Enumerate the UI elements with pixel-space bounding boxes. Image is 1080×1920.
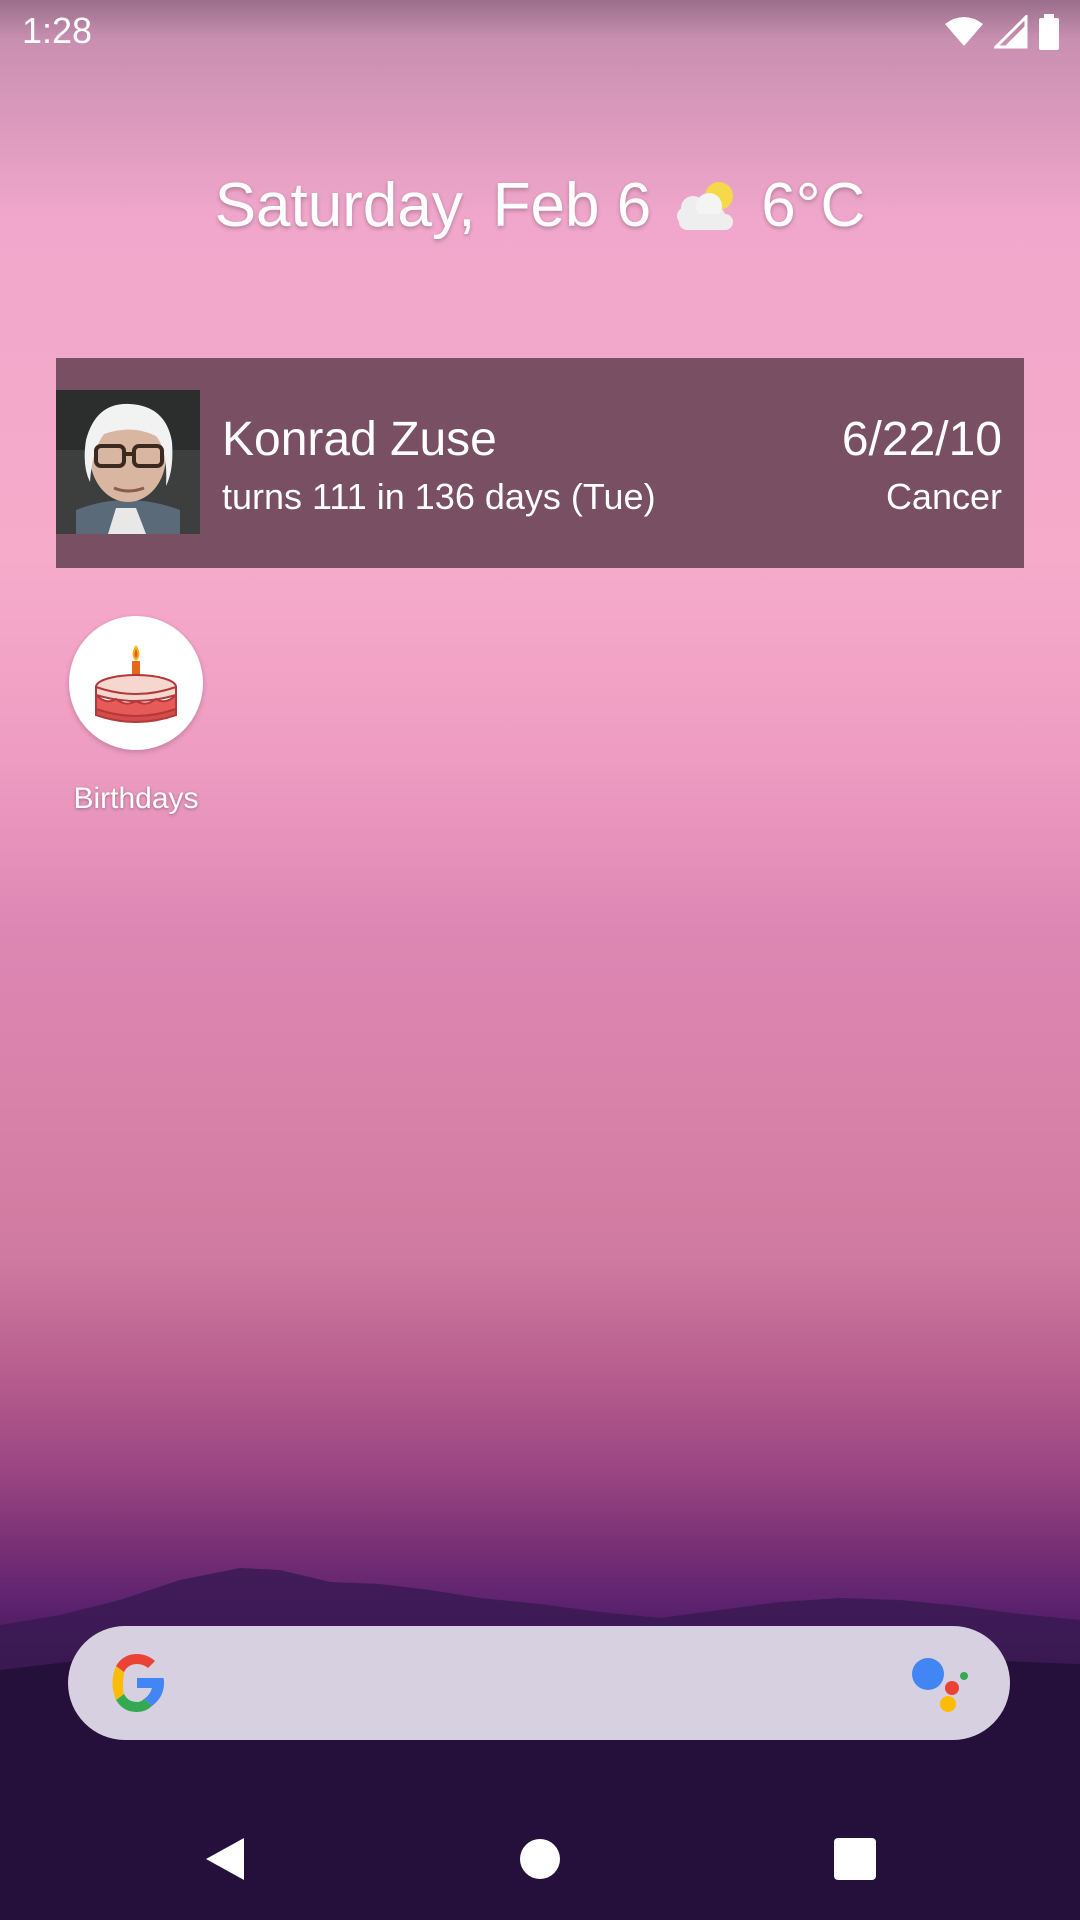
temperature-text[interactable]: 6°C <box>761 170 865 241</box>
google-g-icon[interactable] <box>104 1650 170 1716</box>
cell-signal-icon <box>994 15 1028 49</box>
person-photo <box>56 390 200 534</box>
navigation-bar <box>0 1800 1080 1920</box>
zodiac-sign: Cancer <box>885 476 1002 517</box>
google-assistant-icon[interactable] <box>908 1652 974 1714</box>
status-bar: 1:28 <box>0 0 1080 64</box>
recents-icon[interactable] <box>830 1834 880 1884</box>
partly-cloudy-icon[interactable] <box>671 178 741 234</box>
status-icons <box>944 14 1060 50</box>
home-screen: 1:28 Saturday, Feb 6 6°C Konrad Zuse tur… <box>0 0 1080 1920</box>
birthday-countdown: turns 111 in 136 days (Tue) <box>222 476 656 517</box>
birthday-cake-icon[interactable] <box>88 635 184 731</box>
birth-date: 6/22/10 <box>841 413 1002 466</box>
app-label[interactable]: Birthdays <box>60 782 212 816</box>
app-birthdays[interactable]: Birthdays <box>60 616 212 816</box>
wifi-icon <box>945 17 983 46</box>
app-icon-background[interactable] <box>69 616 203 750</box>
back-icon[interactable] <box>200 1834 250 1884</box>
date-weather-widget[interactable]: Saturday, Feb 6 6°C <box>0 170 1080 241</box>
person-photo-image <box>56 390 200 534</box>
birthday-widget[interactable]: Konrad Zuse turns 111 in 136 days (Tue) … <box>56 358 1024 568</box>
date-text[interactable]: Saturday, Feb 6 <box>215 170 652 241</box>
status-time: 1:28 <box>22 10 93 51</box>
google-search-bar[interactable] <box>68 1626 1010 1740</box>
person-name: Konrad Zuse <box>222 413 497 466</box>
home-icon[interactable] <box>515 1834 565 1884</box>
battery-icon <box>1039 14 1059 50</box>
